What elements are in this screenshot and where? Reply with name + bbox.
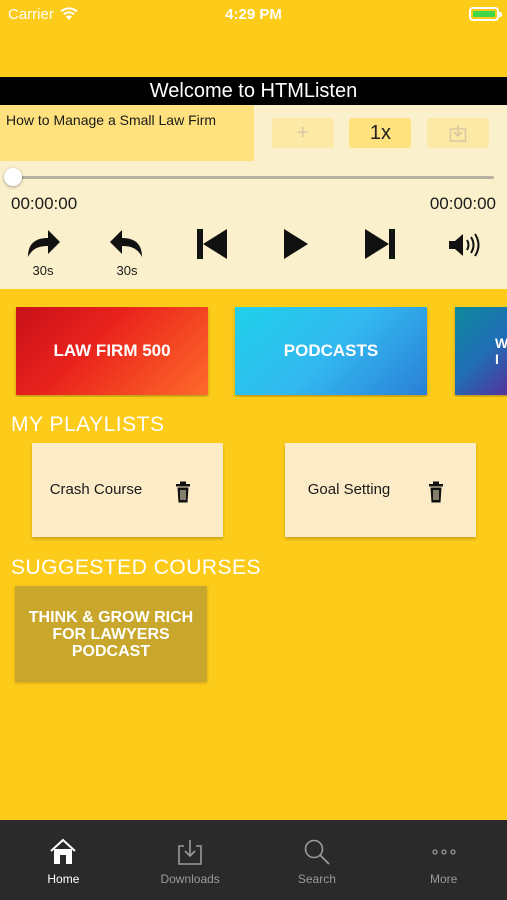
download-icon [449, 125, 467, 142]
skip-forward-30-button[interactable]: 30s [24, 227, 62, 278]
download-button[interactable] [427, 118, 490, 148]
category-card-partial[interactable]: W I [455, 307, 507, 395]
rewind-30-button[interactable]: 30s [108, 227, 146, 278]
playback-speed-button[interactable]: 1x [349, 118, 412, 148]
tab-search[interactable]: Search [254, 820, 381, 900]
app-title: Welcome to HTMListen [149, 79, 358, 102]
volume-button[interactable] [447, 231, 483, 259]
forward-arrow-icon [28, 230, 60, 257]
course-card[interactable]: THINK & GROW RICH FOR LAWYERS PODCAST [15, 586, 207, 682]
download-icon [178, 840, 202, 865]
total-time: 00:00:00 [429, 194, 496, 213]
playlist-name: Goal Setting [307, 481, 391, 498]
tab-more[interactable]: More [380, 820, 507, 900]
play-icon [284, 229, 308, 259]
more-icon [432, 849, 456, 855]
category-card-law-firm-500[interactable]: LAW FIRM 500 [16, 307, 208, 395]
battery-level [473, 11, 495, 17]
app-title-bar: Welcome to HTMListen [0, 77, 507, 105]
playlist-card[interactable]: Crash Course [32, 443, 223, 537]
tab-more-label: More [429, 872, 458, 886]
skip-previous-icon [197, 229, 227, 259]
suggested-courses-heading: SUGGESTED COURSES [11, 556, 262, 579]
now-playing-row: How to Manage a Small Law Firm + 1x [0, 105, 507, 161]
progress-slider-knob[interactable] [4, 168, 22, 186]
play-button[interactable] [282, 227, 310, 261]
playlist-name: Crash Course [49, 481, 143, 498]
rewind-label: 30s [116, 263, 138, 278]
course-title: THINK & GROW RICH FOR LAWYERS PODCAST [28, 608, 194, 660]
home-icon [50, 838, 77, 864]
tab-downloads[interactable]: Downloads [127, 820, 254, 900]
tab-search-label: Search [297, 872, 336, 886]
audio-player: 00:00:00 00:00:00 30s 30s [0, 161, 507, 289]
battery-icon [469, 7, 502, 21]
status-bar: Carrier 4:29 PM [0, 0, 507, 28]
tab-home-label: Home [47, 872, 80, 886]
previous-track-button[interactable] [195, 227, 229, 261]
playlist-card[interactable]: Goal Setting [285, 443, 476, 537]
now-playing-controls: + 1x [254, 105, 507, 161]
next-track-button[interactable] [363, 227, 397, 261]
transport-controls: 30s 30s [0, 227, 507, 287]
search-icon [304, 839, 330, 865]
tab-downloads-label: Downloads [160, 872, 220, 886]
now-playing-title: How to Manage a Small Law Firm [0, 105, 254, 161]
plus-icon: + [296, 121, 309, 144]
category-card-podcasts[interactable]: PODCASTS [235, 307, 427, 395]
volume-icon [449, 233, 480, 257]
status-left: Carrier [8, 6, 78, 23]
trash-icon[interactable] [428, 481, 444, 503]
trash-icon[interactable] [175, 481, 191, 503]
tab-bar: Home Downloads Search More [0, 820, 507, 900]
elapsed-time: 00:00:00 [11, 194, 78, 213]
wifi-icon [60, 7, 78, 20]
carrier-label: Carrier [8, 5, 54, 23]
add-to-playlist-button[interactable]: + [271, 118, 334, 148]
progress-track[interactable] [12, 176, 494, 179]
category-carousel[interactable]: LAW FIRM 500 PODCASTS W I [0, 307, 507, 397]
rewind-arrow-icon [110, 230, 142, 257]
skip-next-icon [365, 229, 395, 259]
tab-home[interactable]: Home [0, 820, 127, 900]
forward-label: 30s [32, 263, 54, 278]
playlists-heading: MY PLAYLISTS [11, 413, 165, 436]
